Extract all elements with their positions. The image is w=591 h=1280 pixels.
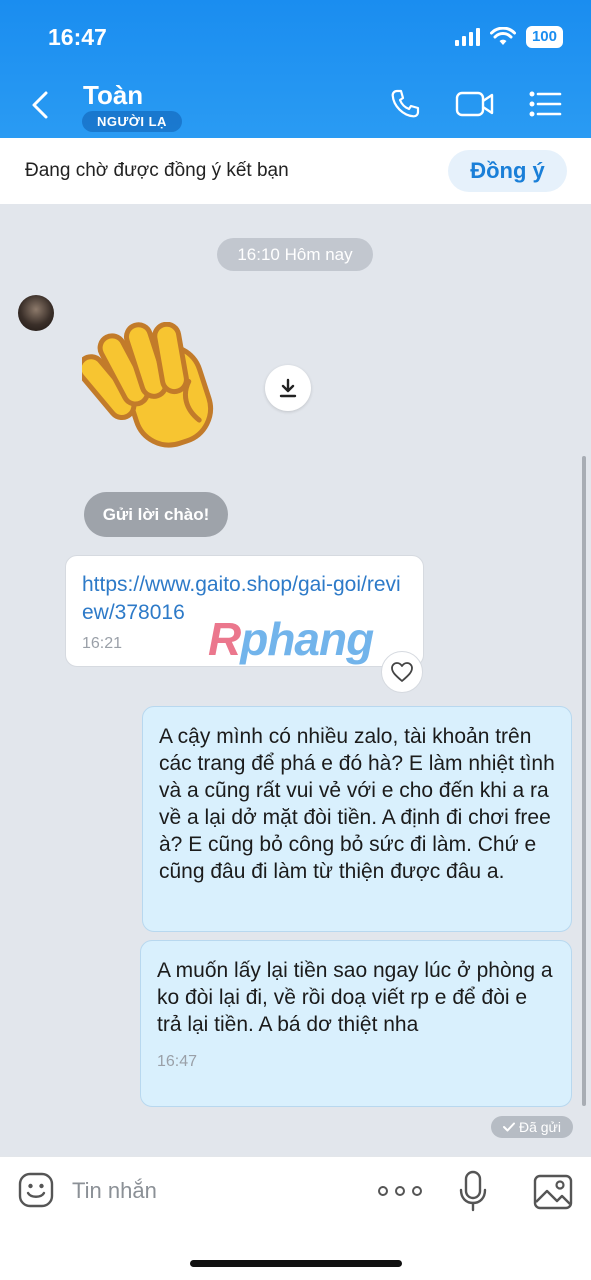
message-text: A cậy mình có nhiều zalo, tài khoản trên…: [159, 725, 555, 883]
download-button[interactable]: [265, 365, 311, 411]
outgoing-message-bubble[interactable]: A cậy mình có nhiều zalo, tài khoản trên…: [142, 706, 572, 932]
download-icon: [279, 378, 297, 398]
stranger-badge: NGƯỜI LẠ: [82, 111, 182, 132]
image-gallery-icon[interactable]: [533, 1174, 573, 1210]
message-text: A muốn lấy lại tiền sao ngay lúc ở phòng…: [157, 959, 553, 1036]
battery-indicator: 100: [525, 26, 563, 48]
more-options-icon[interactable]: [378, 1180, 422, 1202]
options-menu-button[interactable]: [525, 86, 565, 122]
status-icons: 100: [454, 26, 563, 48]
chat-scrollbar[interactable]: [582, 456, 586, 1106]
waving-hand-sticker[interactable]: [82, 322, 232, 462]
video-call-button[interactable]: [455, 86, 495, 122]
date-separator: 16:10 Hôm nay: [217, 238, 373, 271]
chat-header: 16:47 100 Toàn NGƯỜI LẠ: [0, 0, 591, 138]
contact-name[interactable]: Toàn: [83, 80, 143, 111]
send-greeting-button[interactable]: Gửi lời chào!: [84, 492, 228, 537]
home-indicator[interactable]: [190, 1260, 402, 1267]
cellular-signal-icon: [454, 28, 480, 46]
sent-status-text: Đã gửi: [518, 1119, 562, 1135]
emoji-icon[interactable]: [18, 1172, 54, 1208]
list-menu-icon: [529, 91, 562, 117]
chevron-left-icon: [32, 91, 48, 119]
back-button[interactable]: [30, 88, 58, 122]
heart-icon: [391, 662, 413, 682]
phone-icon: [391, 89, 420, 118]
watermark-logo: Rphang: [208, 612, 374, 666]
accept-friend-button[interactable]: Đồng ý: [448, 150, 567, 192]
sent-status-badge: Đã gửi: [491, 1116, 573, 1138]
contact-avatar[interactable]: [18, 295, 54, 331]
react-button[interactable]: [381, 651, 423, 693]
watermark-part: phang: [240, 613, 374, 665]
check-icon: [502, 1122, 515, 1132]
watermark-part: R: [208, 613, 241, 665]
wifi-icon: [489, 27, 516, 45]
message-input[interactable]: [72, 1176, 352, 1206]
outgoing-message-bubble[interactable]: A muốn lấy lại tiền sao ngay lúc ở phòng…: [140, 940, 572, 1107]
status-time: 16:47: [48, 24, 107, 50]
video-camera-icon: [455, 91, 494, 117]
voice-call-button[interactable]: [385, 86, 425, 122]
friend-request-text: Đang chờ được đồng ý kết bạn: [25, 160, 289, 181]
microphone-icon[interactable]: [458, 1170, 488, 1212]
message-time: 16:47: [157, 1053, 198, 1070]
